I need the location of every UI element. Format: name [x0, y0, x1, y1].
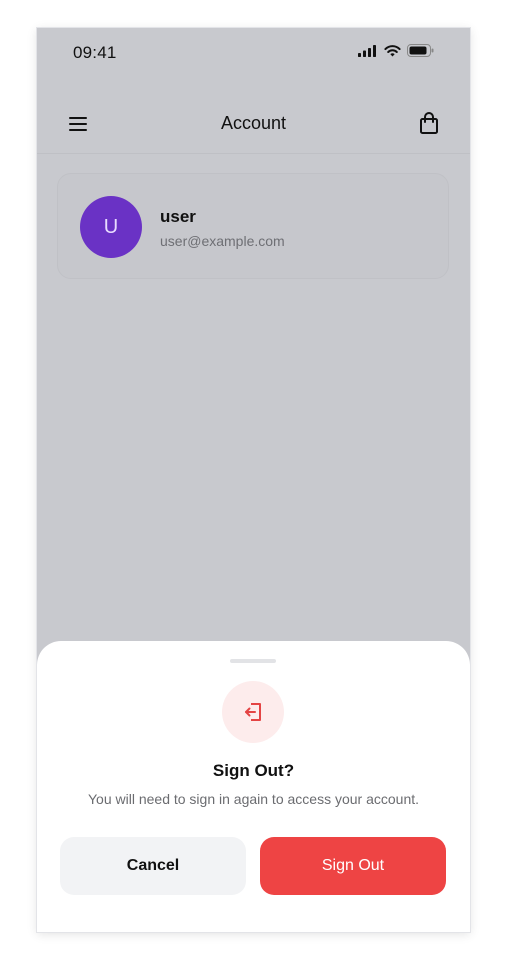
wifi-icon: [384, 44, 401, 56]
status-time: 09:41: [73, 43, 117, 62]
user-email: user@example.com: [160, 233, 285, 249]
cellular-signal-icon: [358, 44, 376, 57]
shopping-bag-icon: [420, 112, 438, 134]
battery-icon: [407, 44, 434, 57]
phone-screen: 09:41 Account U user user@example.com Si…: [37, 28, 470, 932]
profile-card[interactable]: U user user@example.com: [57, 173, 449, 279]
avatar: U: [80, 196, 142, 258]
sheet-drag-handle[interactable]: [230, 659, 276, 663]
sign-out-bottom-sheet: Sign Out? You will need to sign in again…: [37, 641, 470, 932]
top-navigation-bar: Account: [37, 98, 470, 154]
status-icons: [358, 44, 434, 57]
sign-out-icon: [245, 703, 261, 721]
sheet-title: Sign Out?: [212, 761, 295, 780]
user-name: user: [160, 207, 196, 226]
cart-button[interactable]: [418, 111, 440, 135]
page-title: Account: [220, 113, 287, 133]
sheet-description: You will need to sign in again to access…: [87, 791, 420, 807]
confirm-sign-out-button[interactable]: Sign Out: [260, 837, 446, 895]
sign-out-icon-container: [222, 681, 284, 743]
cancel-button[interactable]: Cancel: [60, 837, 246, 895]
status-bar: 09:41: [37, 28, 470, 78]
